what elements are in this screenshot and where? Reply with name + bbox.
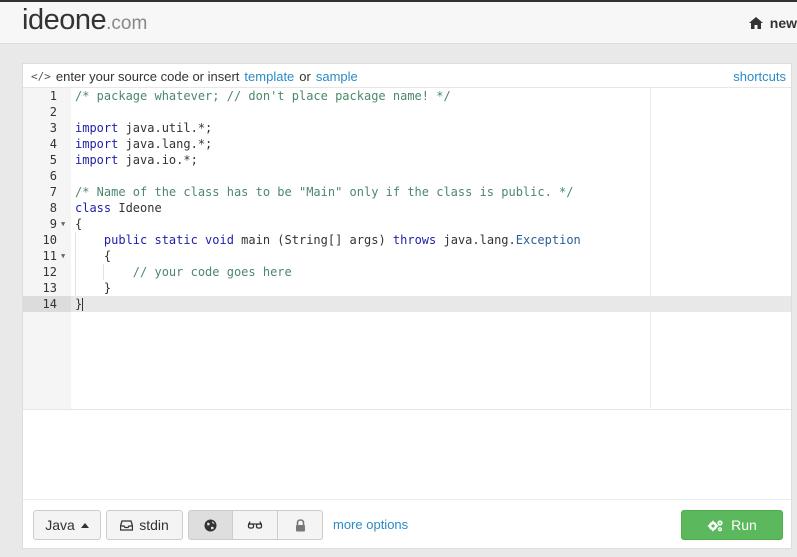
inbox-icon — [120, 519, 134, 531]
new-button[interactable]: new — [748, 15, 797, 31]
active-code-line: 14 } — [23, 296, 791, 312]
caret-up-icon — [80, 522, 89, 528]
code-text: } — [75, 297, 84, 311]
sample-link[interactable]: sample — [316, 69, 358, 84]
fold-arrow-icon[interactable]: ▼ — [61, 248, 65, 264]
code-line: 11 ▼ { — [23, 248, 791, 264]
globe-icon — [204, 519, 217, 531]
editor-bar: </> enter your source code or insert tem… — [23, 64, 791, 88]
code-line: 1 /* package whatever; // don't place pa… — [23, 88, 791, 104]
line-number: 2 — [49, 105, 57, 119]
gears-icon — [707, 519, 723, 531]
hidden-toggle[interactable] — [233, 510, 278, 540]
line-number: 13 — [42, 281, 57, 295]
lock-icon — [295, 518, 305, 531]
line-number: 14 — [23, 296, 71, 312]
editor-panel: </> enter your source code or insert tem… — [22, 63, 792, 549]
header: ideone.com new — [0, 0, 797, 44]
code-text: } — [103, 281, 112, 295]
template-link[interactable]: template — [244, 69, 294, 84]
code-line: 2 — [23, 104, 791, 120]
code-icon: </> — [31, 70, 51, 83]
run-button[interactable]: Run — [681, 510, 783, 540]
code-text: { — [75, 217, 83, 231]
visibility-toggle-group — [188, 510, 323, 540]
line-number: 3 — [49, 121, 57, 135]
home-icon — [748, 17, 763, 29]
code-line: 8 class Ideone — [23, 200, 791, 216]
code-text: /* package whatever; // don't place pack… — [75, 89, 451, 103]
bottom-toolbar: Java stdin more options Run — [23, 499, 791, 549]
line-number: 10 — [42, 233, 57, 247]
line-number: 1 — [49, 89, 57, 103]
logo[interactable]: ideone.com — [22, 4, 147, 37]
code-text: public static void main (String[] args) … — [103, 233, 581, 247]
line-number: 12 — [42, 265, 57, 279]
code-text: // your code goes here — [132, 265, 292, 279]
shortcuts-link[interactable]: shortcuts — [733, 69, 786, 84]
code-line: 9 ▼ { — [23, 216, 791, 232]
code-text: /* Name of the class has to be "Main" on… — [75, 185, 574, 199]
private-toggle[interactable] — [278, 510, 323, 540]
run-label: Run — [731, 517, 757, 533]
line-number: 4 — [49, 137, 57, 151]
code-editor[interactable]: 1 /* package whatever; // don't place pa… — [23, 88, 791, 410]
editor-bar-prefix: enter your source code or insert — [55, 69, 240, 84]
code-text: class Ideone — [75, 201, 162, 215]
line-number: 6 — [49, 169, 57, 183]
text-cursor — [82, 298, 84, 311]
code-text: { — [103, 249, 112, 263]
code-text: import java.util.*; — [75, 121, 213, 135]
line-number: 5 — [49, 153, 57, 167]
code-line: 3 import java.util.*; — [23, 120, 791, 136]
line-number: 8 — [49, 201, 57, 215]
code-line: 6 — [23, 168, 791, 184]
glasses-icon — [247, 521, 263, 529]
public-toggle[interactable] — [188, 510, 233, 540]
code-line: 12 // your code goes here — [23, 264, 791, 280]
logo-main: ideone — [22, 4, 107, 36]
editor-bar-or: or — [299, 69, 311, 84]
code-line: 13 } — [23, 280, 791, 296]
fold-arrow-icon[interactable]: ▼ — [61, 216, 65, 232]
stdin-button[interactable]: stdin — [106, 510, 183, 540]
code-text: import java.io.*; — [75, 153, 198, 167]
code-line: 4 import java.lang.*; — [23, 136, 791, 152]
stdin-label: stdin — [139, 517, 169, 533]
logo-suffix: .com — [106, 13, 148, 34]
more-options-link[interactable]: more options — [333, 517, 408, 532]
language-label: Java — [45, 517, 75, 533]
new-label: new — [769, 15, 797, 31]
line-number: 7 — [49, 185, 57, 199]
language-select-button[interactable]: Java — [33, 510, 101, 540]
code-line: 10 public static void main (String[] arg… — [23, 232, 791, 248]
code-line: 7 /* Name of the class has to be "Main" … — [23, 184, 791, 200]
code-line: 5 import java.io.*; — [23, 152, 791, 168]
code-text: import java.lang.*; — [75, 137, 213, 151]
